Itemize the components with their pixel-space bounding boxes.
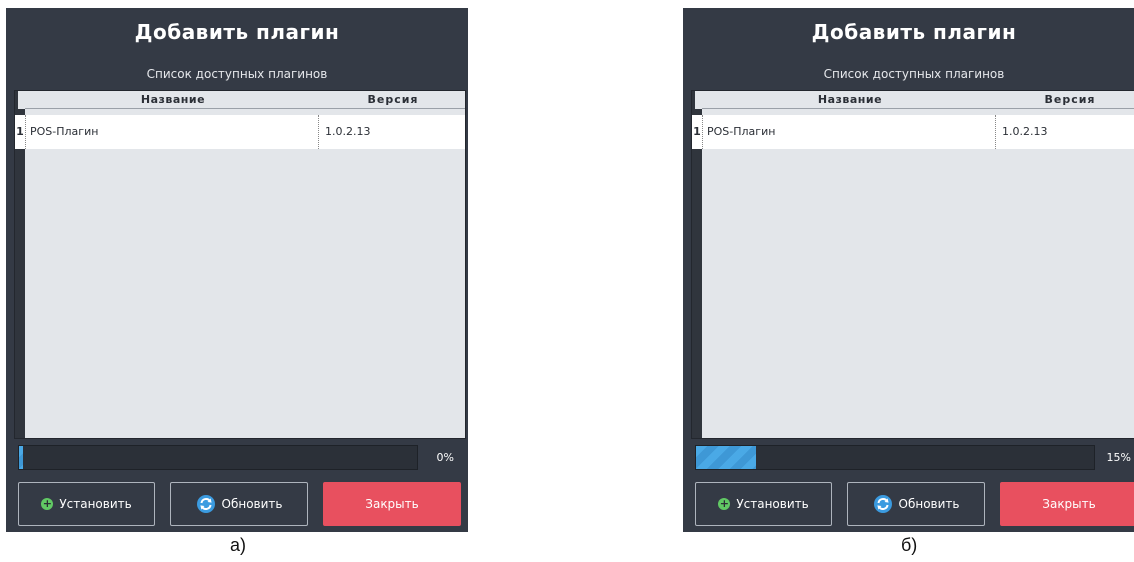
close-button[interactable]: Закрыть <box>1000 482 1134 526</box>
plus-circle-icon: + <box>718 497 731 510</box>
dialog-content: Добавить плагин Список доступных плагино… <box>683 8 1134 532</box>
progress-bar <box>695 445 1095 470</box>
gutter-header <box>692 91 702 109</box>
refresh-button-label: Обновить <box>898 497 960 511</box>
dialog-title: Добавить плагин <box>134 20 340 44</box>
progress-fill <box>19 446 23 469</box>
progress-bar <box>18 445 418 470</box>
refresh-icon <box>873 495 892 513</box>
plugins-table: Название Версия 1 POS-Плагин 1.0.2.13 <box>691 90 1134 439</box>
column-header-version[interactable]: Версия <box>321 93 465 106</box>
progress-percent: 15% <box>1106 451 1131 464</box>
install-button-label: Установить <box>59 497 132 511</box>
row-number: 1 <box>692 115 702 149</box>
plugin-name-cell[interactable]: POS-Плагин <box>25 115 319 149</box>
install-button[interactable]: + Установить <box>695 482 832 526</box>
refresh-button[interactable]: Обновить <box>170 482 308 526</box>
plugin-dialog-a: Добавить плагин Список доступных плагино… <box>6 8 468 532</box>
dialog-title: Добавить плагин <box>811 20 1017 44</box>
column-header-name[interactable]: Название <box>702 93 998 106</box>
table-row[interactable]: POS-Плагин 1.0.2.13 <box>702 115 1134 149</box>
refresh-icon <box>196 495 215 513</box>
progress-percent: 0% <box>436 451 454 464</box>
plus-circle-icon: + <box>41 497 54 510</box>
plugin-version-cell[interactable]: 1.0.2.13 <box>321 115 465 149</box>
table-header: Название Версия <box>25 91 465 109</box>
row-number: 1 <box>15 115 25 149</box>
table-header: Название Версия <box>702 91 1134 109</box>
install-button[interactable]: + Установить <box>18 482 155 526</box>
progress-fill <box>696 446 756 469</box>
dialog-subtitle: Список доступных плагинов <box>823 67 1005 81</box>
caption-a: а) <box>230 535 247 555</box>
plugins-table: Название Версия 1 POS-Плагин 1.0.2.13 <box>14 90 466 439</box>
install-button-label: Установить <box>736 497 809 511</box>
refresh-button[interactable]: Обновить <box>847 482 985 526</box>
close-button[interactable]: Закрыть <box>323 482 461 526</box>
plugin-dialog-b: Добавить плагин Список доступных плагино… <box>683 8 1134 532</box>
dialog-content: Добавить плагин Список доступных плагино… <box>6 8 468 532</box>
column-header-name[interactable]: Название <box>25 93 321 106</box>
table-row[interactable]: POS-Плагин 1.0.2.13 <box>25 115 465 149</box>
column-header-version[interactable]: Версия <box>998 93 1134 106</box>
plugin-version-cell[interactable]: 1.0.2.13 <box>998 115 1134 149</box>
plugin-name-cell[interactable]: POS-Плагин <box>702 115 996 149</box>
gutter-header <box>15 91 25 109</box>
dialog-subtitle: Список доступных плагинов <box>146 67 328 81</box>
close-button-label: Закрыть <box>1042 497 1096 511</box>
caption-b: б) <box>901 535 918 555</box>
close-button-label: Закрыть <box>365 497 419 511</box>
refresh-button-label: Обновить <box>221 497 283 511</box>
